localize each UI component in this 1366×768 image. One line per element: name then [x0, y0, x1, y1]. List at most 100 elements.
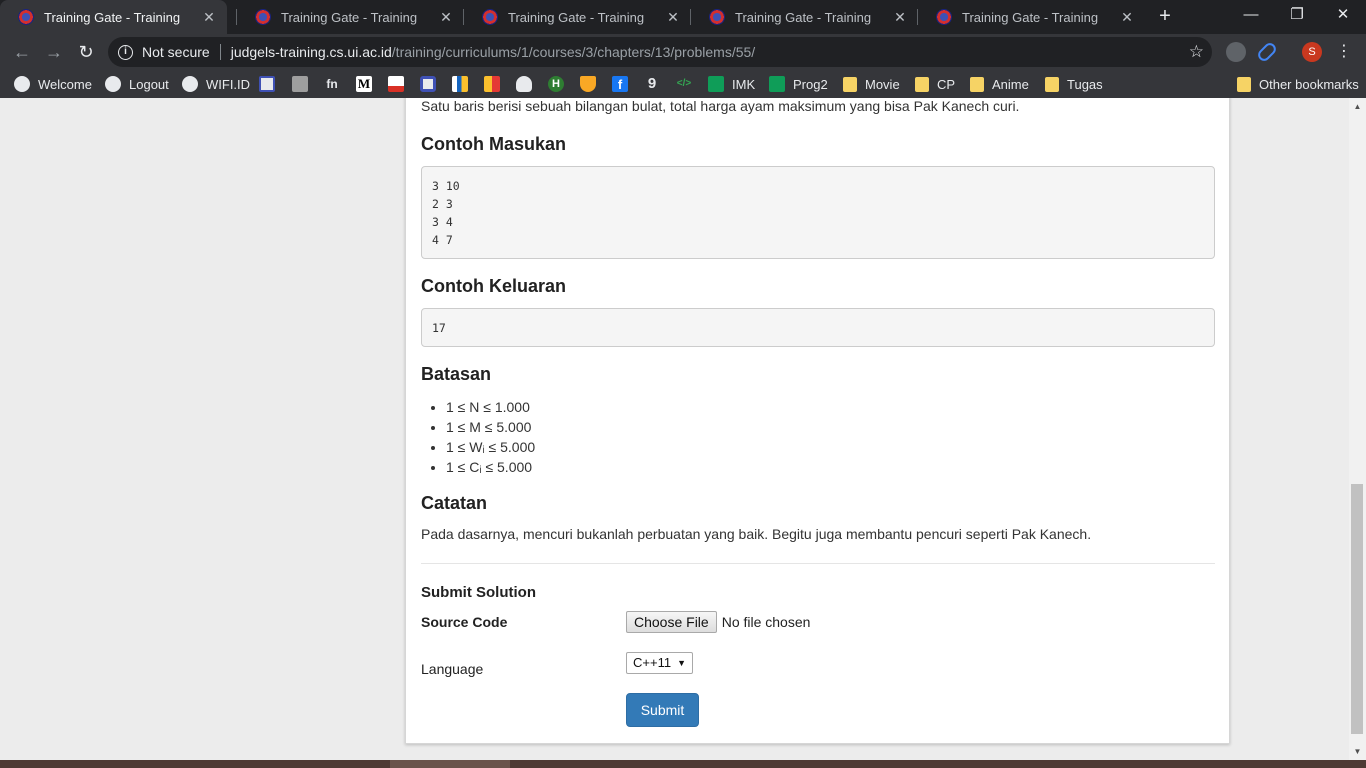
- problem-card: Satu baris berisi sebuah bilangan bulat,…: [405, 98, 1230, 744]
- bookmark-blocks-icon[interactable]: [484, 76, 500, 92]
- language-select[interactable]: C++11 ▼: [626, 652, 693, 674]
- bookmark-star-icon[interactable]: ☆: [1189, 42, 1204, 62]
- tab-5[interactable]: Training Gate - Training ✕: [918, 0, 1145, 34]
- bookmark-trophy-icon[interactable]: [580, 76, 596, 92]
- sheets-icon: [708, 76, 724, 92]
- info-icon[interactable]: i: [118, 44, 133, 60]
- submit-button[interactable]: Submit: [626, 693, 699, 727]
- minimize-button[interactable]: —: [1228, 0, 1274, 30]
- sample-input-block: 3 10 2 3 3 4 4 7: [421, 166, 1215, 259]
- tab-2[interactable]: Training Gate - Training ✕: [237, 0, 464, 34]
- back-button[interactable]: ←: [11, 41, 33, 63]
- browser-toolbar: ← → ↻ i Not secure judgels-training.cs.u…: [0, 34, 1366, 70]
- constraint-item: 1 ≤ Cᵢ ≤ 5.000: [446, 457, 535, 477]
- globe-icon: [182, 76, 198, 92]
- page-scrollbar[interactable]: ▲ ▼: [1349, 98, 1366, 760]
- maximize-button[interactable]: ❐: [1274, 0, 1320, 30]
- bookmark-movie[interactable]: Movie: [843, 75, 900, 93]
- tab-title: Training Gate - Training: [735, 9, 872, 25]
- bookmark-tugas[interactable]: Tugas: [1045, 75, 1103, 93]
- address-bar[interactable]: i Not secure judgels-training.cs.ui.ac.i…: [108, 37, 1212, 67]
- bookmark-wifi-id[interactable]: WIFI.ID: [182, 75, 250, 93]
- bookmark-h-icon[interactable]: H: [548, 76, 564, 92]
- close-window-button[interactable]: ✕: [1320, 0, 1366, 30]
- url-host[interactable]: judgels-training.cs.ui.ac.id: [231, 44, 392, 60]
- tab-title: Training Gate - Training: [44, 9, 181, 25]
- source-code-label: Source Code: [421, 614, 508, 630]
- bookmark-edit-icon[interactable]: [292, 76, 308, 92]
- bookmark-label: CP: [937, 76, 956, 92]
- training-gate-favicon-icon: [18, 9, 34, 25]
- choose-file-button[interactable]: Choose File: [626, 611, 717, 633]
- folder-icon: [843, 76, 857, 92]
- training-gate-favicon-icon: [709, 9, 725, 25]
- language-selected-value: C++11: [633, 655, 672, 670]
- tab-1[interactable]: Training Gate - Training ✕: [0, 0, 227, 34]
- dropdown-arrow-icon: ▼: [677, 658, 686, 668]
- browser-menu-icon[interactable]: ⋮: [1336, 40, 1352, 64]
- folder-icon: [970, 76, 984, 92]
- section-divider: [421, 563, 1215, 564]
- bookmark-medium-icon[interactable]: M: [356, 76, 372, 92]
- new-tab-button[interactable]: +: [1154, 5, 1176, 29]
- bookmark-anime[interactable]: Anime: [970, 75, 1029, 93]
- bookmark-code-icon[interactable]: </>: [675, 76, 693, 92]
- security-label[interactable]: Not secure: [142, 44, 210, 60]
- bookmark-g-icon[interactable]: 9: [644, 76, 660, 92]
- constraint-item: 1 ≤ M ≤ 5.000: [446, 417, 535, 437]
- omnibox-separator: [219, 44, 221, 60]
- folder-icon: [1045, 76, 1059, 92]
- reload-button[interactable]: ↻: [75, 41, 97, 63]
- output-description-text: Satu baris berisi sebuah bilangan bulat,…: [421, 98, 1020, 114]
- tab-close-icon[interactable]: ✕: [201, 9, 217, 26]
- extension-link-icon[interactable]: [1255, 40, 1279, 64]
- source-file-input[interactable]: Choose File No file chosen: [626, 611, 810, 633]
- bookmark-gmail-icon[interactable]: [388, 76, 404, 92]
- tab-strip: Training Gate - Training ✕ Training Gate…: [0, 0, 1366, 34]
- bookmark-other[interactable]: Other bookmarks: [1237, 75, 1359, 93]
- bookmark-label: Anime: [992, 76, 1029, 92]
- tab-close-icon[interactable]: ✕: [438, 9, 454, 26]
- bookmark-shield-icon[interactable]: [420, 76, 436, 92]
- forward-button[interactable]: →: [43, 41, 65, 63]
- constraints-list: 1 ≤ N ≤ 1.000 1 ≤ M ≤ 5.000 1 ≤ Wᵢ ≤ 5.0…: [446, 397, 535, 477]
- tab-3[interactable]: Training Gate - Training ✕: [464, 0, 691, 34]
- tab-title: Training Gate - Training: [281, 9, 418, 25]
- submit-solution-heading: Submit Solution: [421, 584, 536, 601]
- bookmark-prog2[interactable]: Prog2: [769, 75, 828, 93]
- bookmark-facebook-icon[interactable]: f: [612, 76, 628, 92]
- tab-title: Training Gate - Training: [508, 9, 645, 25]
- bookmark-welcome[interactable]: Welcome: [14, 75, 92, 93]
- training-gate-favicon-icon: [482, 9, 498, 25]
- tab-4[interactable]: Training Gate - Training ✕: [691, 0, 918, 34]
- scroll-up-arrow-icon[interactable]: ▲: [1349, 98, 1366, 115]
- scrollbar-thumb[interactable]: [1351, 484, 1363, 734]
- url-path[interactable]: /training/curriculums/1/courses/3/chapte…: [392, 44, 755, 60]
- bookmark-logout[interactable]: Logout: [105, 75, 169, 93]
- bookmark-label: Prog2: [793, 76, 828, 92]
- taskbar-segment: [390, 760, 510, 768]
- tab-close-icon[interactable]: ✕: [892, 9, 908, 26]
- bookmark-del-icon[interactable]: [259, 76, 275, 92]
- training-gate-favicon-icon: [936, 9, 952, 25]
- tab-close-icon[interactable]: ✕: [1119, 9, 1135, 26]
- scroll-down-arrow-icon[interactable]: ▼: [1349, 743, 1366, 760]
- bookmark-imk[interactable]: IMK: [708, 75, 755, 93]
- bookmark-fn-icon[interactable]: fn: [324, 76, 340, 92]
- sample-output-block: 17: [421, 308, 1215, 347]
- bookmark-label: Logout: [129, 76, 169, 92]
- extension-chat-icon[interactable]: [1226, 42, 1246, 62]
- sample-output-heading: Contoh Keluaran: [421, 276, 567, 296]
- sheets-icon: [769, 76, 785, 92]
- bookmark-label: Tugas: [1067, 76, 1103, 92]
- bookmark-cp[interactable]: CP: [915, 75, 955, 93]
- constraint-item: 1 ≤ Wᵢ ≤ 5.000: [446, 437, 535, 457]
- training-gate-favicon-icon: [255, 9, 271, 25]
- language-label: Language: [421, 661, 484, 677]
- tab-close-icon[interactable]: ✕: [665, 9, 681, 26]
- bookmark-chart-icon[interactable]: [452, 76, 468, 92]
- profile-avatar[interactable]: S: [1302, 42, 1322, 62]
- constraint-item: 1 ≤ N ≤ 1.000: [446, 397, 535, 417]
- bookmark-label: Movie: [865, 76, 900, 92]
- bookmark-robot-icon[interactable]: [516, 76, 532, 92]
